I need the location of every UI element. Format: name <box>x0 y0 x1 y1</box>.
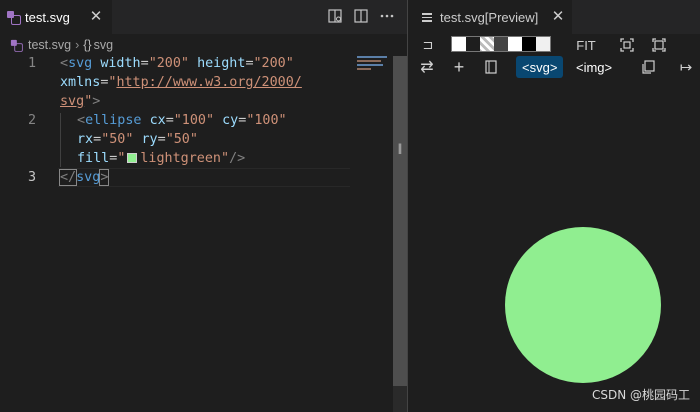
document-icon[interactable] <box>481 56 501 78</box>
add-icon[interactable]: + <box>448 56 470 78</box>
bg-swatch-black[interactable] <box>522 37 536 51</box>
code-token: < <box>60 56 69 71</box>
breadcrumb-symbol[interactable]: svg <box>94 38 113 52</box>
color-swatch[interactable] <box>127 153 138 163</box>
code-token: "200" <box>253 56 294 71</box>
bg-swatch-checker[interactable] <box>480 37 494 51</box>
code-line: <ellipse cx="100" cy="100" <box>77 113 287 128</box>
tab-label: test.svg <box>25 9 70 25</box>
bg-swatch-white-2[interactable] <box>508 37 522 51</box>
line-number: 2 <box>27 113 36 128</box>
code-token: = <box>245 56 254 71</box>
indent-guide <box>60 113 61 167</box>
code-token: cy <box>222 113 239 128</box>
code-token: "100" <box>246 113 287 128</box>
code-token: width <box>100 56 141 71</box>
code-line: rx="50" ry="50" <box>77 132 198 147</box>
code-token: cx <box>149 113 166 128</box>
code-token: ry <box>141 132 158 147</box>
more-actions-icon[interactable] <box>379 8 395 24</box>
arrow-right-icon[interactable]: ↦ <box>676 56 696 78</box>
code-token: /> <box>229 151 246 166</box>
fit-button[interactable]: FIT <box>574 34 598 56</box>
actual-size-icon[interactable] <box>648 34 670 56</box>
tab-preview[interactable]: test.svg[Preview] ✕ <box>408 0 572 34</box>
bg-swatch-white[interactable] <box>452 37 466 51</box>
bg-swatch-dark[interactable] <box>466 37 480 51</box>
code-token: "100" <box>173 113 215 128</box>
editor-group-preview: test.svg[Preview] ✕ ⊐ FIT ⇄ + <svg> <img… <box>408 0 700 412</box>
open-preview-icon[interactable] <box>327 8 343 24</box>
close-icon[interactable]: ✕ <box>550 8 566 24</box>
code-token: svg <box>76 170 101 185</box>
code-link[interactable]: svg <box>60 94 84 109</box>
tab-label: test.svg[Preview] <box>440 9 539 25</box>
img-mode-button[interactable]: <img> <box>572 56 616 78</box>
preview-canvas[interactable] <box>408 80 700 412</box>
minimap[interactable] <box>357 56 391 76</box>
bg-swatch-light[interactable] <box>536 37 550 51</box>
code-token: </ <box>58 169 78 186</box>
line-number: 1 <box>27 56 36 71</box>
text-cursor-icon: I <box>397 142 403 158</box>
bg-swatch-gray[interactable] <box>494 37 508 51</box>
code-line: </svg> <box>58 169 110 186</box>
preview-icon <box>422 12 432 22</box>
svg-file-icon <box>7 11 21 25</box>
code-token: xmlns <box>60 75 101 90</box>
swap-icon[interactable]: ⇄ <box>416 56 438 78</box>
code-token: ellipse <box>85 113 142 128</box>
code-line: svg"> <box>60 94 100 109</box>
code-token: height <box>197 56 246 71</box>
breadcrumb: test.svg › {} svg <box>0 34 407 56</box>
line-number: 3 <box>27 170 36 185</box>
watermark: CSDN @桃园码工 <box>591 388 690 402</box>
code-token: "200" <box>148 56 189 71</box>
code-line: <svg width="200" height="200" <box>60 56 294 71</box>
code-token: "50" <box>101 132 134 147</box>
code-token: "50" <box>165 132 198 147</box>
tab-bar: test.svg[Preview] ✕ <box>408 0 700 34</box>
code-token: > <box>92 94 101 109</box>
code-token: = <box>165 113 174 128</box>
editor-actions <box>327 8 395 24</box>
code-token: " <box>117 151 126 166</box>
breadcrumb-symbol-icon: {} <box>83 38 92 52</box>
code-token: = <box>157 132 166 147</box>
code-token: rx <box>77 132 94 147</box>
breadcrumb-file[interactable]: test.svg <box>28 38 71 52</box>
editor-group-left: test.svg ✕ test.svg › {} svg 1 2 3 <svg … <box>0 0 407 412</box>
svg-file-icon <box>10 39 23 52</box>
code-token: = <box>93 132 102 147</box>
pin-icon[interactable]: ⊐ <box>418 34 438 56</box>
preview-toolbar-row-2: ⇄ + <svg> <img> ↦ <box>408 56 700 80</box>
code-line: fill=" lightgreen"/> <box>77 151 245 166</box>
preview-toolbar-row-1: ⊐ FIT <box>408 34 700 58</box>
preview-ellipse <box>505 227 661 383</box>
code-line: xmlns="http://www.w3.org/2000/ <box>60 75 302 90</box>
zoom-fit-icon[interactable] <box>616 34 638 56</box>
tab-bar: test.svg ✕ <box>0 0 407 34</box>
code-token: > <box>99 169 110 186</box>
code-token: svg <box>68 56 93 71</box>
close-icon[interactable]: ✕ <box>88 8 104 24</box>
tab-test-svg[interactable]: test.svg ✕ <box>0 0 112 34</box>
code-token: = <box>140 56 149 71</box>
split-editor-icon[interactable] <box>353 8 369 24</box>
chevron-right-icon: › <box>75 38 80 52</box>
code-token: lightgreen <box>140 151 221 166</box>
svg-mode-button[interactable]: <svg> <box>516 56 564 78</box>
code-link[interactable]: http://www.w3.org/2000/ <box>116 75 301 90</box>
code-token: < <box>77 113 86 128</box>
background-swatches[interactable] <box>451 36 551 52</box>
code-editor[interactable]: 1 2 3 <svg width="200" height="200" xmln… <box>0 56 393 412</box>
code-token: fill <box>77 151 110 166</box>
copy-icon[interactable] <box>638 56 658 78</box>
scrollbar-thumb[interactable] <box>393 56 407 386</box>
code-token: " <box>221 151 230 166</box>
